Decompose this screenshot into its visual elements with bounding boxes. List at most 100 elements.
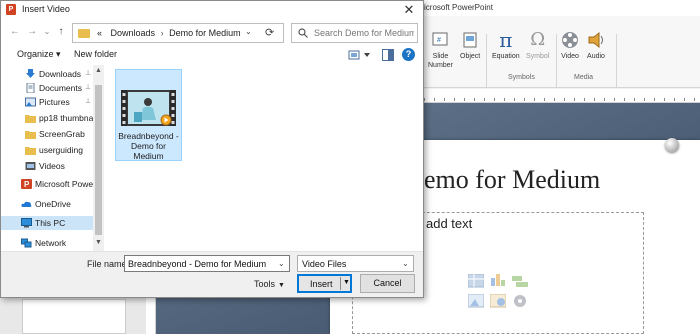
folder-icon [25,147,36,155]
change-view-icon[interactable] [348,49,372,61]
sidebar-item-network[interactable]: Network [1,236,93,250]
equation-button[interactable]: π Equation [492,30,520,61]
close-button[interactable]: ✕ [397,1,421,19]
powerpoint-title-bar: icrosoft PowerPoint [424,0,700,16]
sidebar-item-documents[interactable]: Documents ⊥ [1,81,93,95]
sidebar-item-label: Videos [39,161,65,171]
file-name-field[interactable]: Breadnbeyond - Demo for Medium ⌄ [124,255,290,272]
folder-icon [25,131,36,139]
object-icon [463,32,477,48]
file-type-select[interactable]: Video Files ⌄ [297,255,414,272]
sidebar-item-label: pp18 thumbnails [39,113,93,123]
slide-title[interactable]: emo for Medium [424,165,600,195]
address-dropdown-chevron-icon[interactable]: ⌄ [245,27,252,36]
triangle-down-icon: ▼ [278,282,285,289]
slide-number-label: Slide Number [428,53,453,69]
sidebar-scrollbar[interactable]: ▲ ▼ [93,65,104,251]
object-label: Object [460,53,481,60]
breadcrumb-item-downloads[interactable]: Downloads [111,28,156,38]
sidebar-item-label: Documents [39,83,82,93]
sidebar-item-downloads[interactable]: Downloads ⊥ [1,67,93,81]
insert-content-icons [466,272,536,316]
cloud-icon [21,201,32,207]
breadcrumb-separator[interactable]: › [161,28,164,38]
cancel-button[interactable]: Cancel [360,274,415,293]
dialog-title-bar[interactable]: P Insert Video ✕ [1,1,423,19]
sidebar-item-label: Downloads [39,69,82,79]
insert-options-dropdown-icon[interactable]: ▼ [343,279,350,286]
scrollbar-thumb[interactable] [95,85,102,235]
back-arrow-icon[interactable]: ← [8,25,22,39]
file-item[interactable]: Breadnbeyond - Demo for Medium [115,69,182,161]
video-thumbnail [121,90,176,126]
ribbon-group-symbols: Symbols [508,74,535,81]
smartart-icon[interactable] [512,274,528,288]
breadcrumb-overflow[interactable]: « [97,28,102,38]
refresh-icon[interactable]: ⟳ [265,26,274,39]
video-button[interactable]: Video [560,30,580,61]
sidebar-item-screengrab[interactable]: ScreenGrab [1,127,93,141]
insert-video-icon[interactable] [512,294,528,308]
ribbon-group-media: Media [574,74,594,81]
scroll-up-arrow-icon[interactable]: ▲ [93,67,104,74]
chevron-down-icon[interactable]: ⌄ [278,259,285,268]
symbol-button[interactable]: Ω Symbol [526,30,549,61]
chevron-down-icon[interactable]: ⌄ [402,259,409,268]
object-button[interactable]: Object [460,30,480,61]
file-list: Breadnbeyond - Demo for Medium [105,65,423,251]
equation-icon: π [499,28,513,52]
tools-button[interactable]: Tools ▼ [254,279,285,289]
up-arrow-icon[interactable]: ↑ [54,25,68,39]
sidebar-item-label: ScreenGrab [39,129,85,139]
breadcrumb-item-current[interactable]: Demo for Medium [169,28,241,38]
navigation-pane: Downloads ⊥ Documents ⊥ Pictures ⊥ pp18 … [1,65,104,251]
preview-pane-icon[interactable] [382,49,394,61]
audio-label: Audio [587,53,605,60]
file-name-label: Breadnbeyond - Demo for Medium [118,131,179,161]
sidebar-item-microsoft-powerpoint[interactable]: P Microsoft PowerP [1,177,93,191]
insert-label: Insert [310,279,333,289]
slide-number-button[interactable]: # Slide Number [428,30,453,70]
recent-locations-chevron-icon[interactable]: ⌄ [40,25,54,39]
slide-thumbnail[interactable] [22,299,126,334]
insert-button[interactable]: Insert ▼ [297,274,352,293]
file-name-value[interactable]: Breadnbeyond - Demo for Medium [128,259,266,269]
forward-arrow-icon[interactable]: → [25,25,39,39]
breadcrumb: « Downloads › Demo for Medium [97,28,241,38]
picture-icon[interactable] [468,294,484,308]
sidebar-item-this-pc[interactable]: This PC [1,216,93,230]
symbol-icon: Ω [530,29,546,50]
sidebar-item-label: This PC [35,218,66,228]
new-folder-button[interactable]: New folder [74,49,117,59]
sidebar-item-label: OneDrive [35,199,71,209]
sidebar-item-label: Microsoft PowerP [35,179,93,189]
sidebar-item-label: Network [35,238,67,248]
symbol-label: Symbol [526,53,550,60]
scroll-down-arrow-icon[interactable]: ▼ [93,239,104,246]
online-picture-icon[interactable] [490,294,506,308]
ribbon-separator [616,34,617,88]
powerpoint-window-title: icrosoft PowerPoint [424,3,493,12]
help-icon[interactable]: ? [402,48,415,61]
search-box[interactable] [291,23,418,43]
sidebar-item-label: Pictures [39,97,70,107]
search-input[interactable] [314,25,414,41]
sidebar-item-pp18-thumbnails[interactable]: pp18 thumbnails [1,111,93,125]
sidebar-item-pictures[interactable]: Pictures ⊥ [1,95,93,109]
placeholder-text[interactable]: add text [426,216,472,231]
organize-button[interactable]: Organize ▾ [17,49,61,60]
sidebar-item-videos[interactable]: Videos [1,159,93,173]
powerpoint-icon: P [6,4,16,15]
sidebar-item-userguiding[interactable]: userguiding [1,143,93,157]
powerpoint-icon: P [21,179,32,189]
documents-icon [26,83,35,93]
horizontal-ruler [424,89,700,103]
sidebar-item-onedrive[interactable]: OneDrive [1,197,93,211]
split-divider [340,277,341,290]
table-icon[interactable] [468,274,484,288]
ribbon-separator [486,34,487,88]
pushpin-icon [665,138,679,152]
chart-icon[interactable] [490,272,506,286]
address-bar[interactable]: « Downloads › Demo for Medium ⌄ ⟳ [72,23,284,43]
audio-button[interactable]: Audio [586,30,606,61]
